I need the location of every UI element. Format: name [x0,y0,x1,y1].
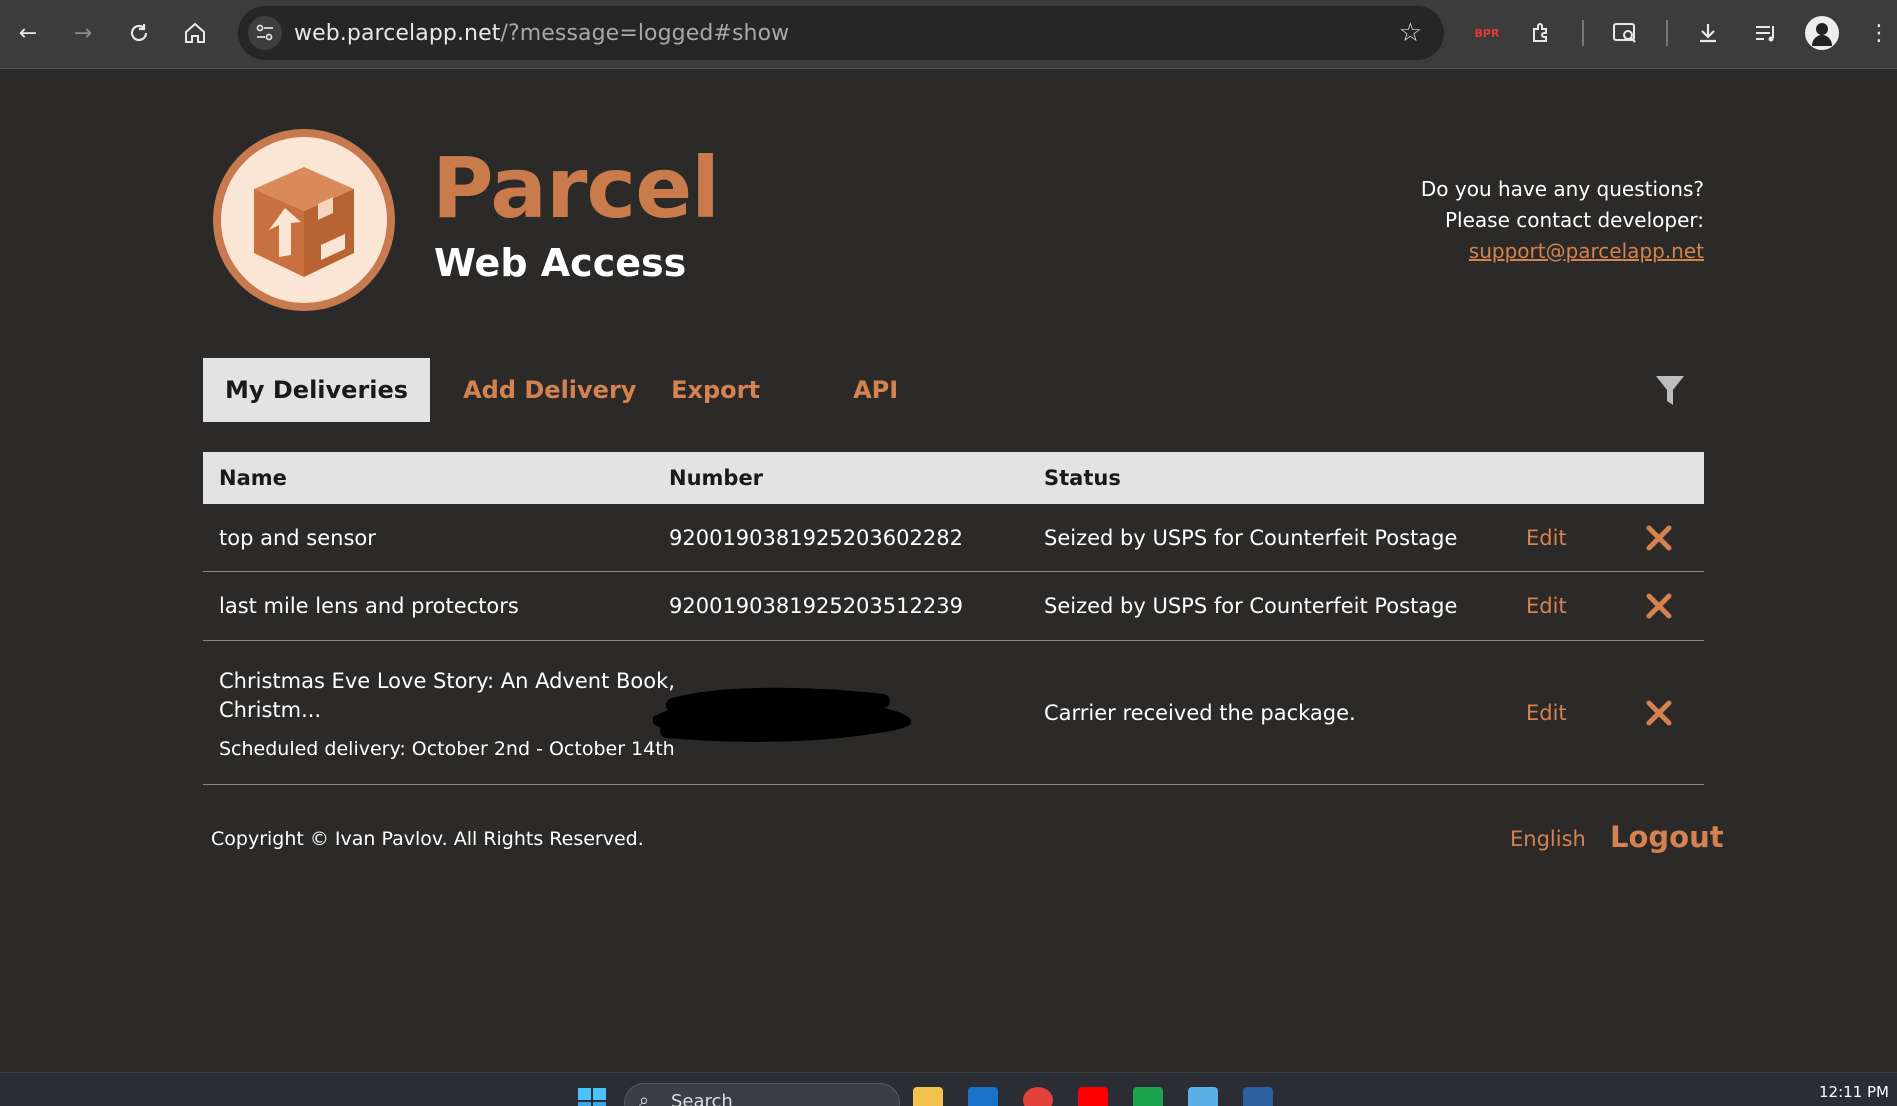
edit-button[interactable]: Edit [1526,526,1567,550]
taskbar-clock[interactable]: 12:11 PM [1819,1083,1889,1101]
contact-block: Do you have any questions? Please contac… [1421,174,1704,267]
package-box-icon [254,167,354,277]
delivery-name: top and sensor [219,526,376,550]
file-explorer-icon[interactable] [913,1087,943,1106]
brand-title: Parcel [432,139,720,237]
toolbar-separator [1666,20,1668,46]
delivery-name: Christmas Eve Love Story: An Advent Book… [219,669,675,722]
table-header: Name Number Status [203,452,1704,504]
column-header-status: Status [1044,466,1121,490]
delivery-number: 9200190381925203602282 [669,526,963,550]
redacted-number-scribble [653,687,912,742]
outlook-icon[interactable] [968,1087,998,1106]
column-header-name: Name [219,466,287,490]
delivery-name: last mile lens and protectors [219,594,519,618]
delete-x-icon[interactable] [1645,699,1673,727]
profile-avatar-icon[interactable] [1805,16,1839,50]
extension-bpr-icon[interactable]: BPR [1470,16,1504,50]
delivery-status: Seized by USPS for Counterfeit Postage [1044,594,1458,618]
windows-taskbar: ⌕ Search 12:11 PM [0,1072,1897,1106]
logout-button[interactable]: Logout [1610,820,1724,854]
contact-prompt: Please contact developer: [1444,208,1704,232]
tab-add-delivery[interactable]: Add Delivery [463,358,671,422]
deliveries-table: Name Number Status top and sensor 920019… [203,452,1704,785]
tab-api[interactable]: API [853,358,898,422]
extensions-puzzle-icon[interactable] [1525,16,1559,50]
app-navy-icon[interactable] [1243,1087,1273,1106]
delivery-status: Seized by USPS for Counterfeit Postage [1044,526,1458,550]
app-blue-icon[interactable] [1188,1087,1218,1106]
browser-toolbar: ← → web.parcelapp.net/?message=logged#sh… [0,0,1897,69]
search-icon: ⌕ [639,1090,650,1106]
taskbar-search-input[interactable]: ⌕ Search [624,1083,900,1106]
app-green-icon[interactable] [1133,1087,1163,1106]
brand-subtitle: Web Access [434,241,687,285]
edit-button[interactable]: Edit [1526,594,1567,618]
delete-x-icon[interactable] [1645,592,1673,620]
table-row[interactable]: top and sensor 9200190381925203602282 Se… [203,504,1704,572]
main-tabs: My Deliveries Add Delivery Export API [203,358,898,422]
tab-search-icon[interactable] [1608,16,1642,50]
media-queue-icon[interactable] [1749,16,1783,50]
url-text[interactable]: web.parcelapp.net/?message=logged#show [294,21,789,46]
youtube-icon[interactable] [1078,1087,1108,1106]
delivery-status: Carrier received the package. [1044,701,1356,725]
download-icon[interactable] [1691,16,1725,50]
toolbar-separator [1582,20,1584,46]
column-header-number: Number [669,466,764,490]
delivery-number: 9200190381925203512239 [669,594,963,618]
taskbar-search-label: Search [671,1091,733,1106]
edit-button[interactable]: Edit [1526,701,1567,725]
language-selector[interactable]: English [1510,827,1586,851]
copyright-text: Copyright © Ivan Pavlov. All Rights Rese… [211,828,644,850]
windows-start-icon[interactable] [577,1087,607,1106]
back-icon[interactable]: ← [12,17,44,49]
browser-menu-icon[interactable]: ⋮ [1862,16,1896,50]
table-row[interactable]: Christmas Eve Love Story: An Advent Book… [203,641,1704,785]
scheduled-delivery-note: Scheduled delivery: October 2nd - Octobe… [219,738,675,760]
chrome-icon[interactable] [1023,1087,1053,1106]
tab-export[interactable]: Export [671,358,853,422]
contact-question: Do you have any questions? [1420,177,1704,201]
reload-icon[interactable] [123,17,155,49]
site-info-icon[interactable] [248,16,282,50]
filter-icon[interactable] [1654,374,1686,408]
support-email-link[interactable]: support@parcelapp.net [1469,239,1704,263]
tab-my-deliveries[interactable]: My Deliveries [203,358,431,422]
table-row[interactable]: last mile lens and protectors 9200190381… [203,572,1704,641]
bookmark-star-icon[interactable]: ☆ [1399,18,1422,48]
forward-icon[interactable]: → [67,17,99,49]
address-bar[interactable]: web.parcelapp.net/?message=logged#show ☆ [238,6,1444,60]
delete-x-icon[interactable] [1645,524,1673,552]
home-icon[interactable] [179,17,211,49]
parcel-logo [213,129,395,311]
